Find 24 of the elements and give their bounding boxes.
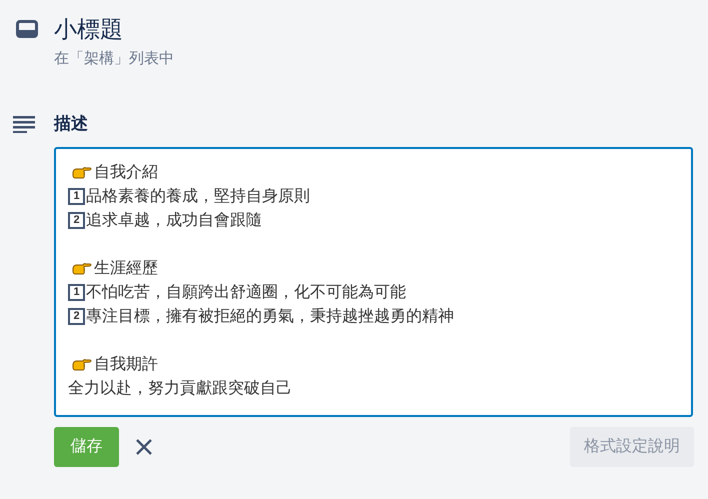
save-button[interactable]: 儲存 bbox=[54, 426, 119, 466]
pointing-hand-icon bbox=[72, 262, 92, 276]
description-icon bbox=[13, 114, 35, 132]
description-field[interactable]: 自我介紹 1 品格素養的養成，堅持自身原則 2 追求卓越，成功自會跟隨 生涯經歷 1 不怕吃苦，自願跨出舒適圈，化不可能為可能 2 專注目標，擁有被拒絕的勇氣，秉持越挫越勇的精神 自我期許 全力以赴，努力貢獻跟突破自己 bbox=[54, 146, 693, 416]
pointing-hand-icon bbox=[72, 166, 92, 180]
number-keycap: 2 bbox=[68, 308, 85, 325]
description-heading: 描述 bbox=[54, 112, 88, 134]
card-icon bbox=[16, 20, 38, 38]
formatting-help-button[interactable]: 格式設定說明 bbox=[570, 426, 694, 466]
section-heading: 自我期許 bbox=[94, 354, 158, 374]
description-line: 不怕吃苦，自願跨出舒適圈，化不可能為可能 bbox=[86, 282, 406, 302]
description-line: 專注目標，擁有被拒絕的勇氣，秉持越挫越勇的精神 bbox=[86, 306, 454, 326]
number-keycap: 2 bbox=[68, 212, 85, 229]
description-line: 追求卓越，成功自會跟隨 bbox=[86, 210, 262, 230]
number-keycap: 1 bbox=[68, 284, 85, 301]
close-icon[interactable] bbox=[135, 438, 153, 456]
pointing-hand-icon bbox=[72, 358, 92, 372]
number-keycap: 1 bbox=[68, 188, 85, 205]
card-title: 小標題 bbox=[54, 15, 124, 44]
section-heading: 自我介紹 bbox=[94, 162, 158, 182]
description-line: 品格素養的養成，堅持自身原則 bbox=[86, 186, 310, 206]
section-heading: 生涯經歷 bbox=[94, 258, 158, 278]
description-line: 全力以赴，努力貢獻跟突破自己 bbox=[68, 378, 292, 398]
list-location: 在「架構」列表中 bbox=[54, 49, 174, 69]
